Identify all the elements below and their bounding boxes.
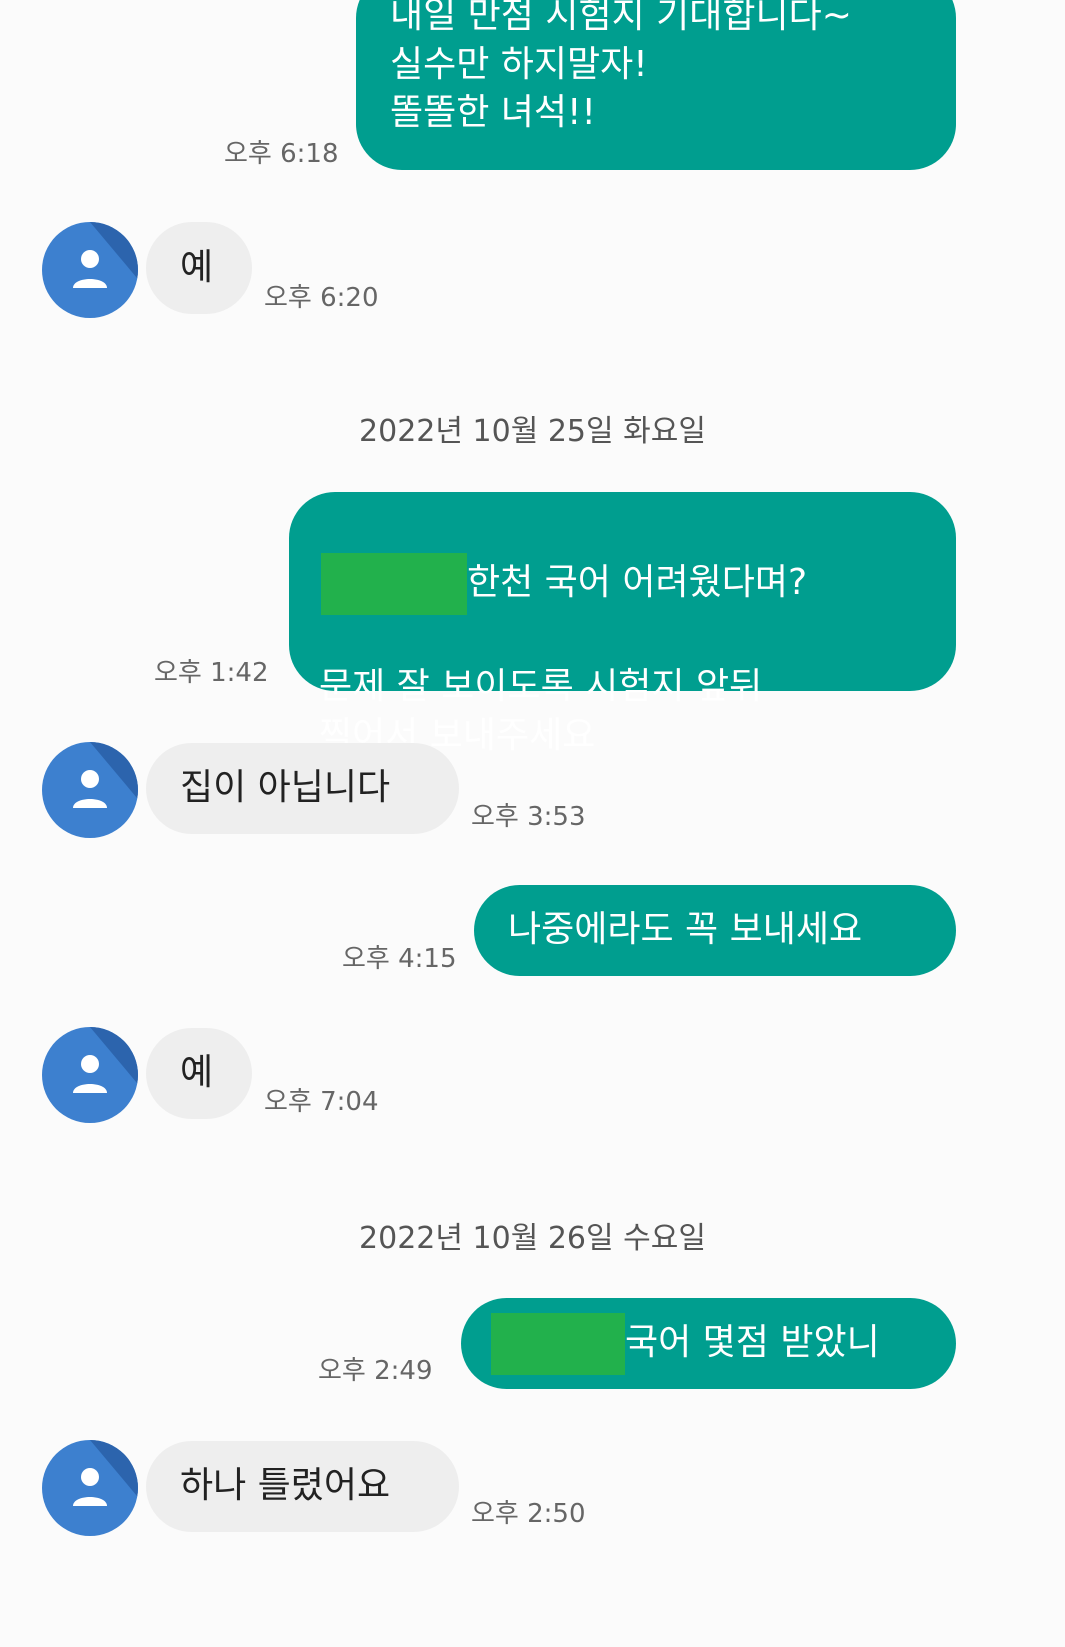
received-message-bubble[interactable]: 하나 틀렸어요 [146,1441,459,1532]
message-timestamp: 오후 2:49 [318,1356,433,1386]
sent-message-bubble[interactable]: 국어 몇점 받았니 [461,1298,956,1389]
date-separator: 2022년 10월 26일 수요일 [359,1221,706,1256]
person-icon [73,770,107,808]
contact-avatar[interactable] [42,222,138,318]
sent-message-bubble[interactable]: 한천 국어 어려웠다며? 문제 잘 보이도록 시험지 앞뒤 찍어서 보내주세요 [289,492,956,756]
person-icon [73,250,107,288]
message-timestamp: 오후 6:18 [224,139,339,169]
message-timestamp: 오후 1:42 [154,658,269,688]
redacted-name [321,552,467,615]
contact-avatar[interactable] [42,1027,138,1123]
message-timestamp: 오후 6:20 [264,283,379,313]
contact-avatar[interactable] [42,1440,138,1536]
contact-avatar[interactable] [42,742,138,838]
person-icon [73,1468,107,1506]
message-timestamp: 오후 3:53 [471,802,586,832]
message-text: 국어 몇점 받았니 [625,1322,880,1364]
message-line: 한천 국어 어려웠다며? [319,552,926,615]
redacted-name [491,1312,625,1375]
sent-message-bubble[interactable]: 나중에라도 꼭 보내세요 [474,885,956,976]
person-icon [73,1055,107,1093]
sent-message-bubble[interactable]: 내일 만점 시험지 기대합니다~ 실수만 하지말자! 똘똘한 녀석!! [356,0,956,170]
date-separator: 2022년 10월 25일 화요일 [359,414,706,449]
message-timestamp: 오후 2:50 [471,1499,586,1529]
received-message-bubble[interactable]: 예 [146,1028,252,1119]
message-timestamp: 오후 4:15 [342,944,457,974]
received-message-bubble[interactable]: 집이 아닙니다 [146,743,459,834]
received-message-bubble[interactable]: 예 [146,222,252,314]
message-timestamp: 오후 7:04 [264,1087,379,1117]
